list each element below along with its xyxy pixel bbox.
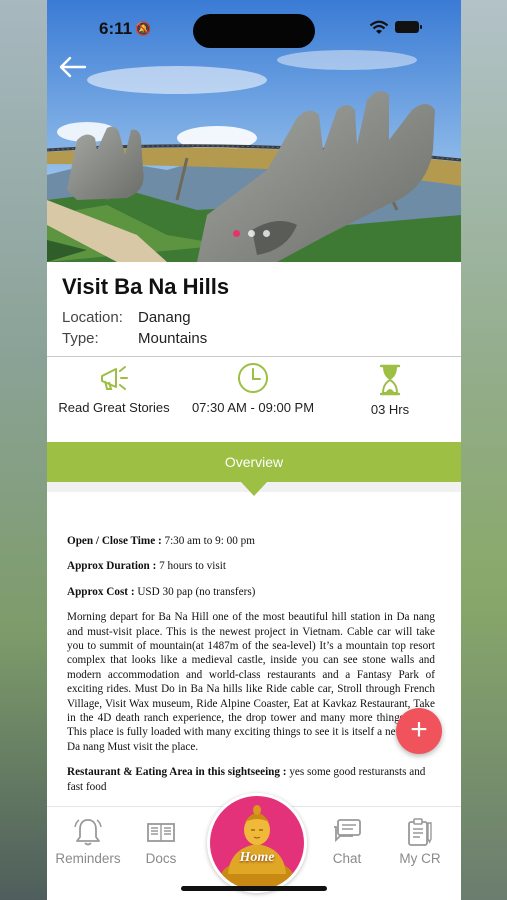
clock-icon [238, 363, 268, 393]
location-row: Location: Danang [62, 309, 191, 326]
feature-label: 03 Hrs [370, 402, 410, 417]
home-indicator[interactable] [181, 886, 327, 891]
divider [47, 356, 461, 357]
wifi-icon [369, 20, 389, 34]
feature-label: Read Great Stories [58, 400, 170, 415]
open-close-value: 7:30 am to 9: 00 pm [161, 535, 255, 547]
nav-label: Reminders [55, 851, 121, 866]
battery-icon [395, 21, 422, 33]
duration-label: Approx Duration : [67, 560, 157, 573]
cost-line: Approx Cost : USD 30 pap (no transfers) [67, 585, 435, 599]
type-row: Type: Mountains [62, 330, 207, 347]
status-bar: 6:11 🔕 [47, 14, 461, 48]
location-label: Location: [62, 309, 123, 326]
chat-icon [334, 819, 361, 843]
clipboard-icon [408, 818, 432, 846]
dynamic-island [193, 14, 315, 48]
overview-content: Open / Close Time : 7:30 am to 9: 00 pm … [67, 534, 435, 805]
restaurant-label: Restaurant & Eating Area in this sightse… [67, 766, 287, 779]
type-value: Mountains [138, 330, 208, 347]
description-paragraph: Morning depart for Ba Na Hill one of the… [67, 611, 435, 753]
type-label: Type: [62, 330, 99, 347]
silent-bell-icon: 🔕 [135, 21, 152, 36]
carousel-dot[interactable] [233, 230, 240, 237]
nav-label: Chat [332, 851, 362, 866]
tab-overview[interactable]: Overview [47, 442, 461, 482]
nav-label: Docs [145, 851, 177, 866]
hero-image[interactable]: 6:11 🔕 [47, 0, 461, 262]
duration-line: Approx Duration : 7 hours to visit [67, 559, 435, 573]
nav-reminders[interactable]: Reminders [53, 817, 123, 866]
megaphone-icon [101, 366, 128, 390]
status-time: 6:11 [99, 19, 133, 38]
bell-icon [74, 819, 102, 846]
back-button[interactable] [57, 54, 89, 82]
open-close-line: Open / Close Time : 7:30 am to 9: 00 pm [67, 534, 435, 548]
cost-value: USD 30 pap (no transfers) [134, 585, 256, 598]
buddha-icon [221, 805, 293, 890]
location-value: Danang [138, 309, 191, 326]
app-screen: 6:11 🔕 Visit Ba Na Hills Location: Danang [47, 0, 461, 900]
feature-label: 07:30 AM - 09:00 PM [191, 400, 315, 415]
background-right [461, 0, 507, 900]
arrow-left-icon [59, 56, 87, 78]
carousel-dot[interactable] [263, 230, 270, 237]
nav-label: My CR [399, 851, 441, 866]
tab-overview-label: Overview [224, 454, 284, 470]
restaurant-line: Restaurant & Eating Area in this sightse… [67, 765, 435, 794]
feature-hours: 07:30 AM - 09:00 PM [187, 362, 319, 415]
tab-indicator [241, 482, 267, 496]
nav-home[interactable]: Home [207, 793, 307, 893]
nav-my-cr[interactable]: My CR [389, 817, 451, 866]
feature-stories[interactable]: Read Great Stories [57, 362, 171, 415]
duration-value: 7 hours to visit [156, 560, 226, 573]
cost-label: Approx Cost : [67, 585, 135, 598]
feature-duration: 03 Hrs [347, 364, 433, 417]
open-close-label: Open / Close Time : [67, 535, 162, 547]
page-title: Visit Ba Na Hills [62, 274, 230, 299]
nav-chat[interactable]: Chat [321, 817, 373, 866]
hourglass-icon [379, 364, 401, 396]
carousel-dot[interactable] [248, 230, 255, 237]
carousel-dots[interactable] [233, 230, 270, 237]
nav-label: Home [239, 850, 275, 865]
nav-docs[interactable]: Docs [131, 817, 191, 866]
background-left [0, 0, 47, 900]
add-button[interactable]: + [396, 708, 442, 754]
document-icon [147, 823, 175, 842]
plus-icon: + [410, 713, 428, 746]
